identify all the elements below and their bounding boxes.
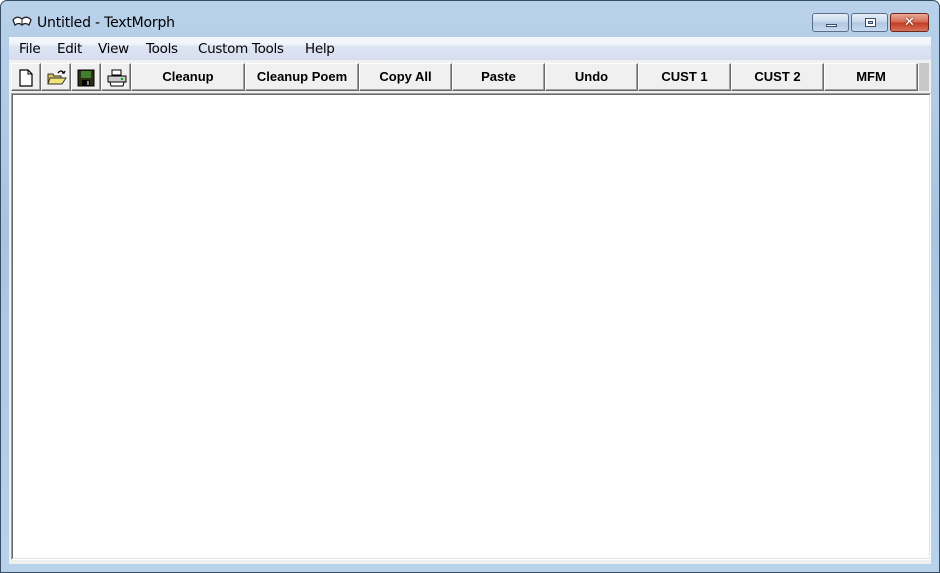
undo-button[interactable]: Undo [545,63,638,91]
save-floppy-icon [77,69,95,87]
text-editor-frame [11,93,931,560]
copy-all-button[interactable]: Copy All [359,63,452,91]
mfm-button[interactable]: MFM [824,63,918,91]
new-button[interactable] [11,63,41,91]
client-area: File Edit View Tools Custom Tools Help C… [9,37,931,564]
print-button[interactable] [101,63,131,91]
text-editor-border [12,94,930,559]
cleanup-poem-button[interactable]: Cleanup Poem [245,63,359,91]
menu-tools[interactable]: Tools [146,41,178,57]
text-editor[interactable] [13,95,929,558]
maximize-button[interactable] [851,13,888,32]
toolbar: Cleanup Cleanup Poem Copy All Paste Undo… [11,62,929,92]
menu-file[interactable]: File [19,41,41,57]
window-title: Untitled - TextMorph [37,15,175,31]
new-document-icon [19,69,33,87]
save-button[interactable] [71,63,101,91]
title-bar[interactable]: Untitled - TextMorph ✕ [1,1,939,37]
cust-2-button[interactable]: CUST 2 [731,63,824,91]
app-window: Untitled - TextMorph ✕ File Edit View To… [0,0,940,573]
close-button[interactable]: ✕ [890,13,929,32]
menu-custom-tools[interactable]: Custom Tools [198,41,284,57]
toolbar-filler [918,63,929,91]
cleanup-button[interactable]: Cleanup [131,63,245,91]
menu-help[interactable]: Help [305,41,335,57]
minimize-button[interactable] [812,13,849,32]
open-folder-icon [47,70,67,85]
cust-1-button[interactable]: CUST 1 [638,63,731,91]
menu-view[interactable]: View [98,41,129,57]
menu-bar: File Edit View Tools Custom Tools Help [9,37,931,60]
minimize-icon [826,24,837,27]
menu-edit[interactable]: Edit [57,41,82,57]
print-icon [107,69,127,87]
open-button[interactable] [41,63,71,91]
close-icon: ✕ [904,15,915,30]
maximize-icon [865,18,876,27]
paste-button[interactable]: Paste [452,63,545,91]
open-book-icon [12,14,32,28]
